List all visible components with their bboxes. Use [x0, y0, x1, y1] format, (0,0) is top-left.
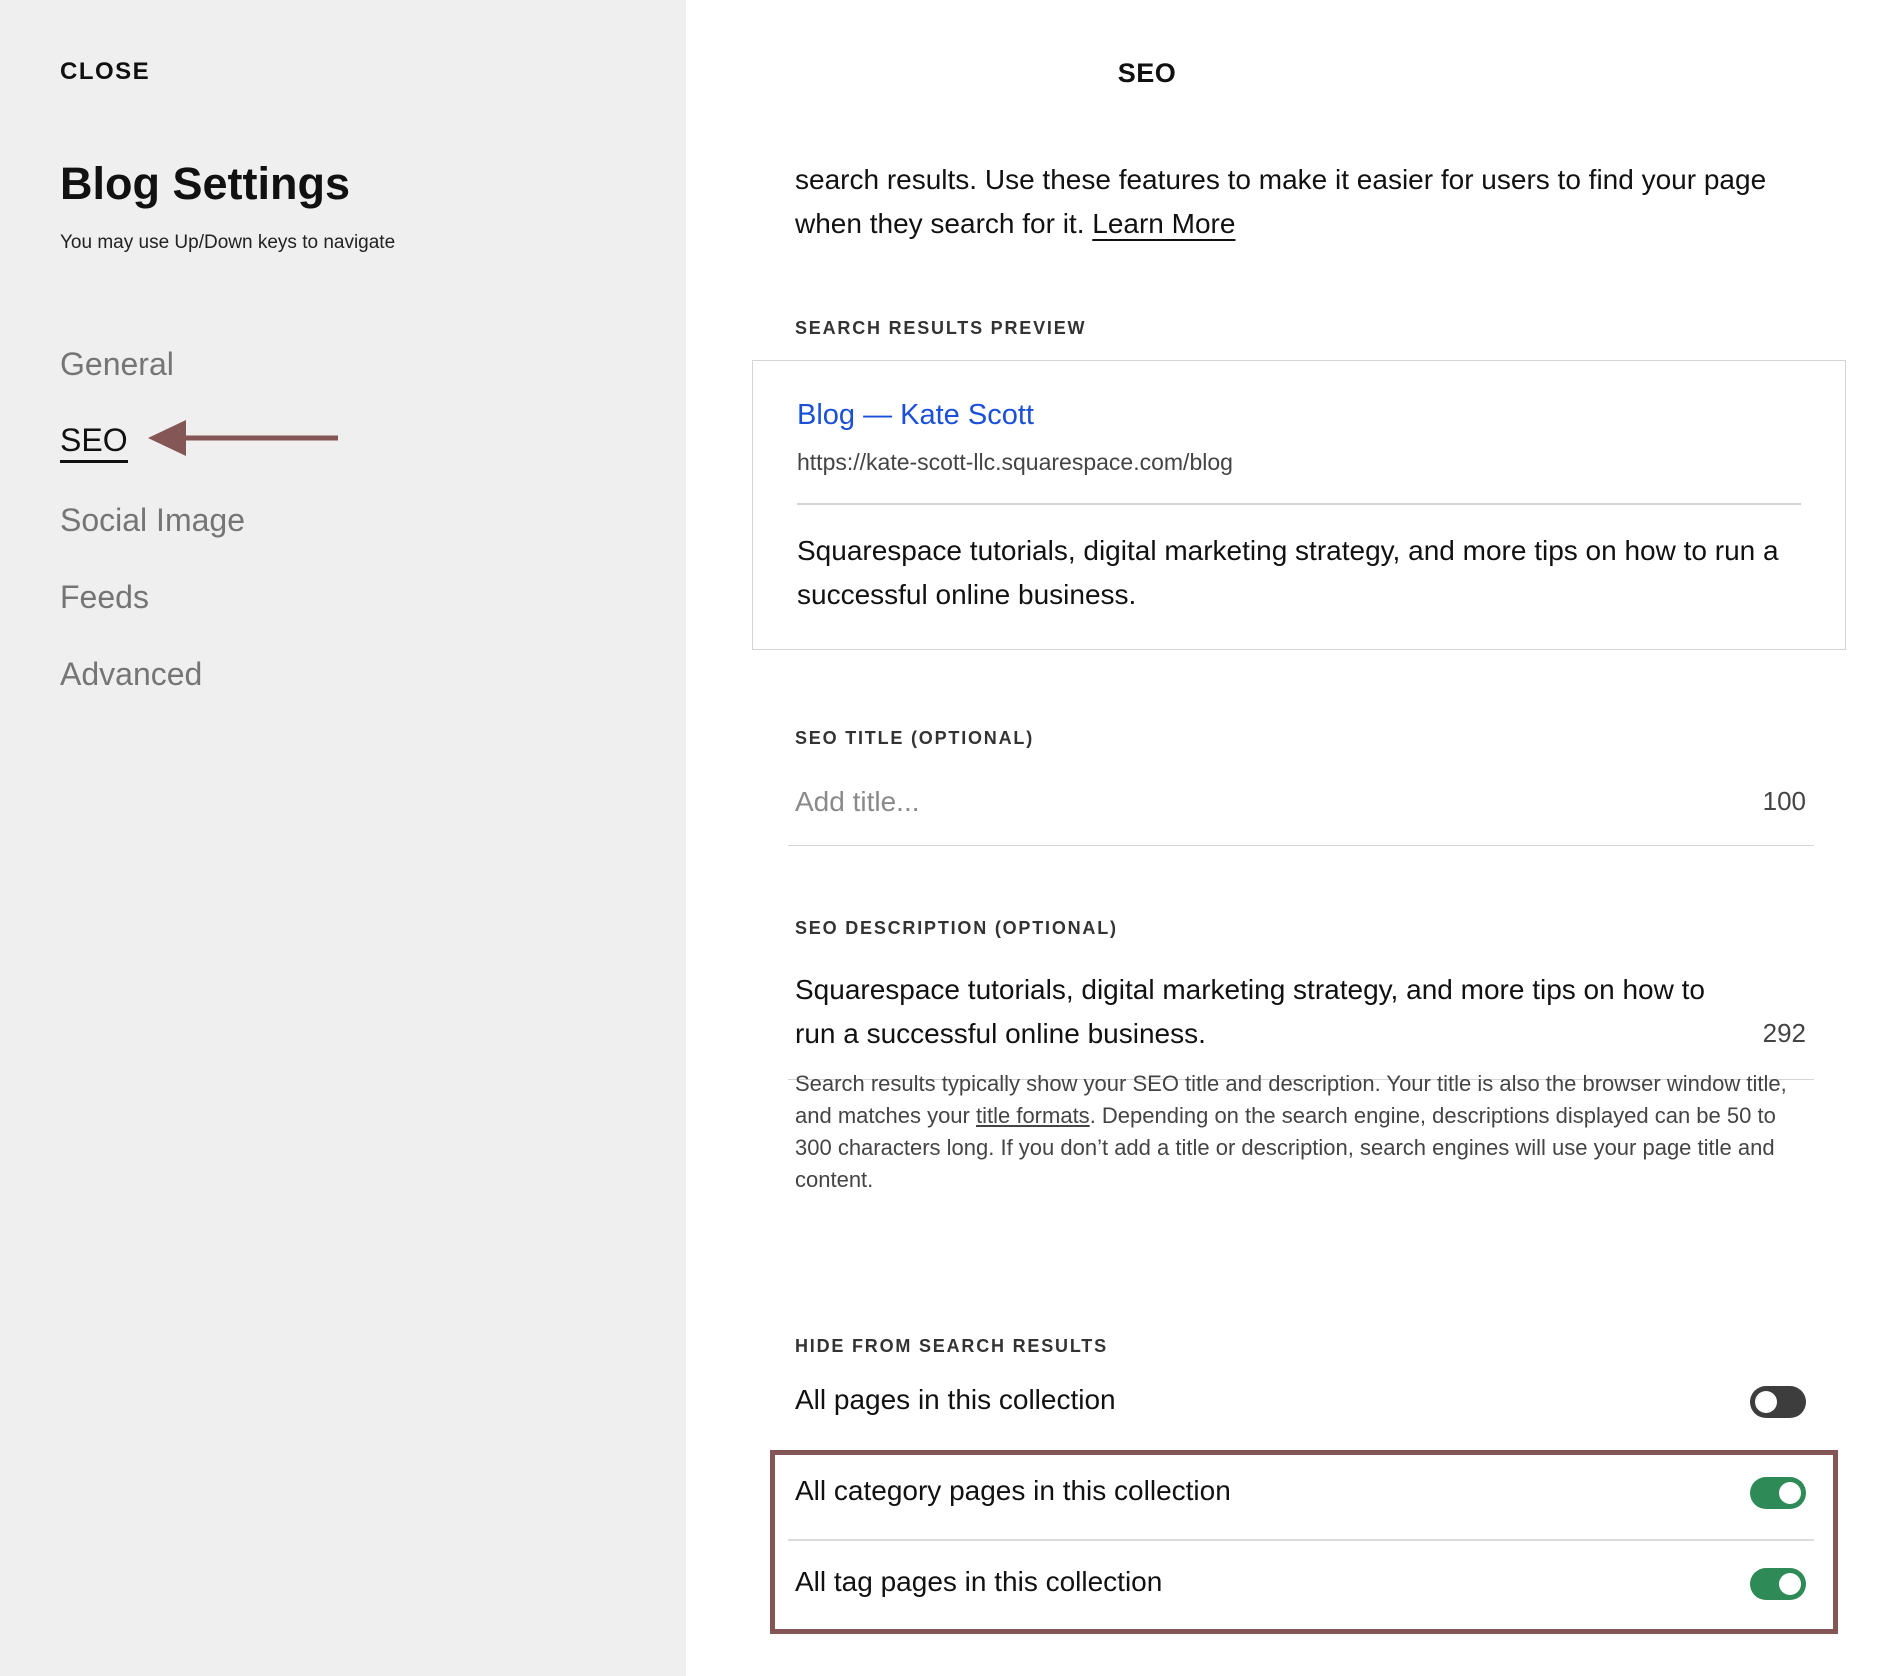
learn-more-link[interactable]: Learn More [1092, 208, 1235, 239]
toggle-knob [1755, 1391, 1777, 1413]
toggle-label: All pages in this collection [795, 1384, 1116, 1415]
highlight-box [770, 1450, 1838, 1634]
seo-panel: SEO search results. Use these features t… [686, 0, 1900, 1676]
seo-description-label: SEO DESCRIPTION (OPTIONAL) [795, 918, 1118, 938]
nav-item-label: Feeds [60, 579, 149, 615]
nav-item-seo[interactable]: SEO [60, 422, 128, 463]
hide-from-search-heading: HIDE FROM SEARCH RESULTS [795, 1336, 1108, 1356]
nav-item-general[interactable]: General [60, 346, 174, 383]
sidebar-title: Blog Settings [60, 158, 350, 209]
seo-title-label: SEO TITLE (OPTIONAL) [795, 728, 1034, 748]
seo-description-input[interactable]: Squarespace tutorials, digital marketing… [795, 968, 1715, 1056]
seo-title-counter: 100 [1762, 786, 1806, 816]
search-preview-heading: SEARCH RESULTS PREVIEW [795, 318, 1087, 338]
seo-description-counter: 292 [1762, 1018, 1806, 1048]
preview-url: https://kate-scott-llc.squarespace.com/b… [797, 449, 1233, 475]
nav-item-label: Advanced [60, 656, 203, 692]
seo-help-text: Search results typically show your SEO t… [795, 1068, 1815, 1196]
nav-item-label: SEO [60, 422, 128, 463]
settings-sidebar: CLOSE Blog Settings You may use Up/Down … [0, 0, 686, 1676]
toggle-switch[interactable] [1750, 1386, 1806, 1418]
preview-description: Squarespace tutorials, digital marketing… [797, 535, 1779, 610]
seo-title-field: 100 [788, 768, 1814, 846]
nav-item-advanced[interactable]: Advanced [60, 656, 202, 693]
nav-item-social-image[interactable]: Social Image [60, 502, 245, 539]
intro-body: search results. Use these features to ma… [795, 164, 1767, 239]
toggle-row-all-pages: All pages in this collection [788, 1358, 1814, 1448]
divider [797, 503, 1801, 505]
seo-title-input[interactable] [795, 782, 1695, 822]
preview-title: Blog — Kate Scott [797, 399, 1034, 431]
search-results-preview: Blog — Kate Scott https://kate-scott-llc… [752, 360, 1846, 650]
nav-item-label: General [60, 346, 174, 382]
seo-description-field: Squarespace tutorials, digital marketing… [788, 960, 1814, 1080]
intro-text: search results. Use these features to ma… [795, 158, 1795, 246]
keyboard-hint: You may use Up/Down keys to navigate [60, 232, 396, 253]
close-button[interactable]: CLOSE [60, 58, 150, 86]
arrow-left-icon [148, 420, 338, 456]
panel-title: SEO [1117, 58, 1177, 88]
nav-item-label: Social Image [60, 502, 245, 538]
title-formats-link[interactable]: title formats [976, 1103, 1090, 1128]
nav-item-feeds[interactable]: Feeds [60, 579, 149, 616]
